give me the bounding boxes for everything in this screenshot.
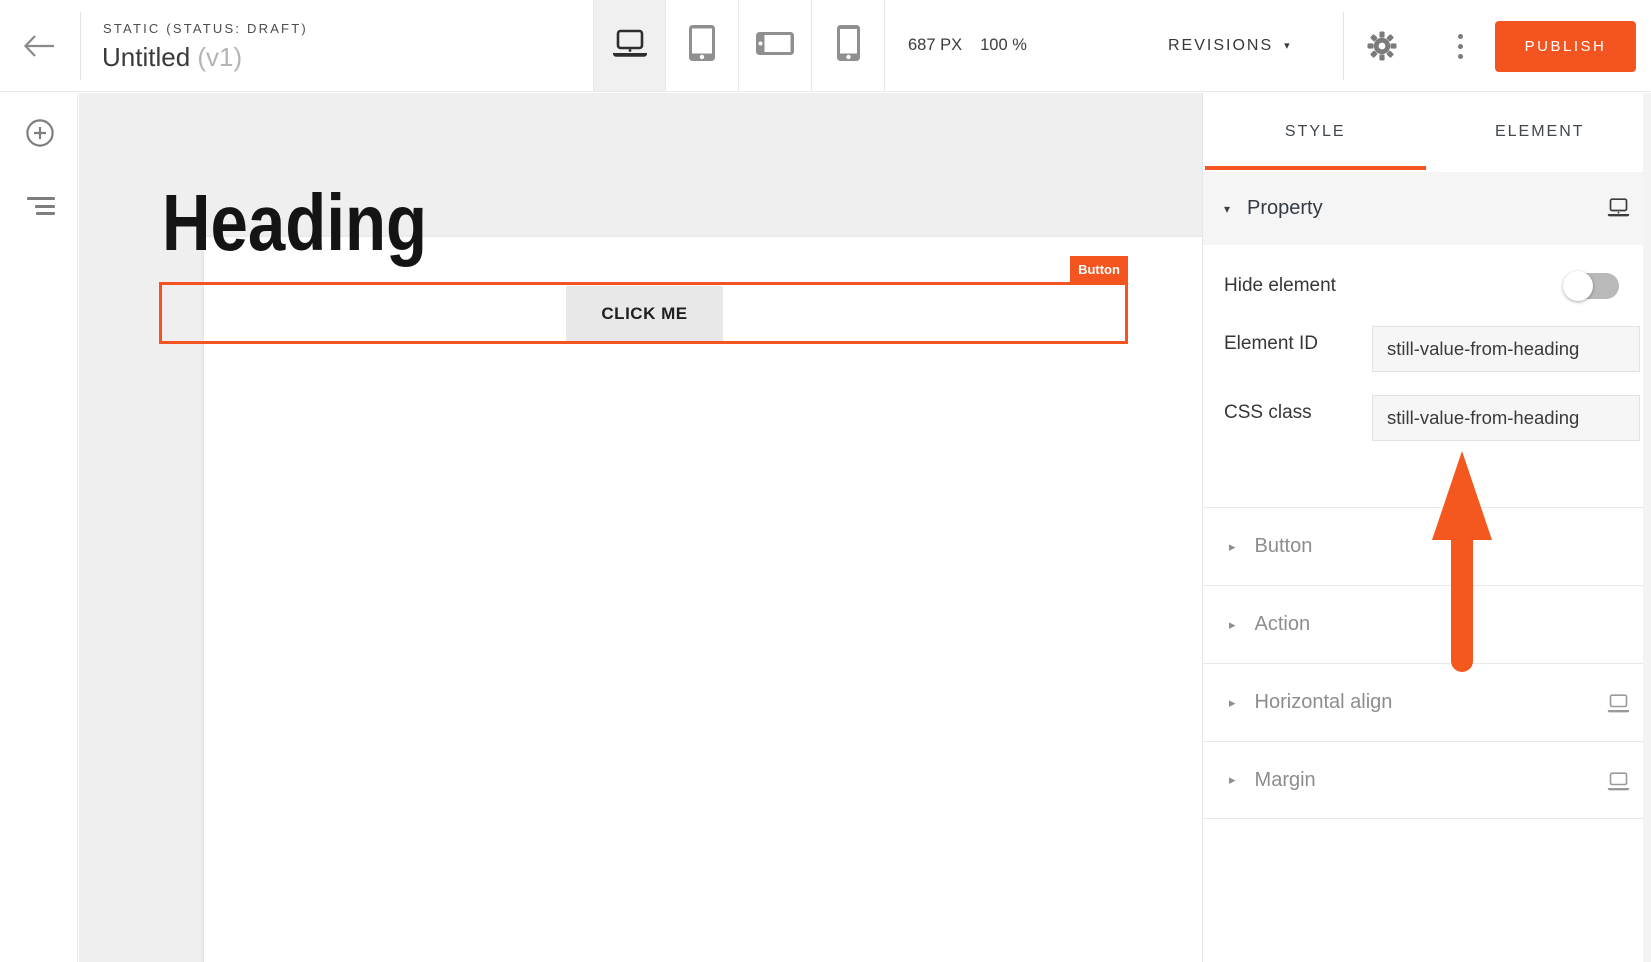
indent-lines-icon: [27, 197, 55, 200]
css-class-label: CSS class: [1224, 402, 1312, 424]
more-options-button[interactable]: [1450, 28, 1470, 64]
section-horizontal-align[interactable]: ▸ Horizontal align: [1203, 663, 1651, 741]
chevron-right-icon: ▸: [1229, 772, 1236, 788]
panel-tabs: STYLE ELEMENT: [1203, 93, 1651, 170]
doc-title: Untitled (v1): [102, 42, 242, 73]
doc-version: (v1): [197, 42, 242, 72]
toggle-knob: [1563, 271, 1593, 301]
device-desktop-button[interactable]: [593, 0, 666, 91]
doc-status-label: STATIC (STATUS: DRAFT): [103, 21, 308, 36]
divider: [80, 12, 81, 80]
phone-landscape-icon: [756, 32, 794, 60]
chevron-right-icon: ▸: [1229, 539, 1236, 555]
device-phone-button[interactable]: [812, 0, 885, 91]
outline-tree-button[interactable]: [26, 197, 55, 215]
section-button[interactable]: ▸ Button: [1203, 507, 1651, 585]
top-bar: STATIC (STATUS: DRAFT) Untitled (v1): [0, 0, 1651, 92]
canvas-heading-element[interactable]: Heading: [162, 183, 427, 263]
desktop-scope-icon[interactable]: [1607, 198, 1630, 222]
device-tablet-button[interactable]: [666, 0, 739, 91]
zoom-level-value: 100 %: [980, 36, 1027, 55]
device-phone-landscape-button[interactable]: [739, 0, 812, 91]
tablet-portrait-icon: [689, 25, 715, 66]
section-action[interactable]: ▸ Action: [1203, 585, 1651, 663]
element-id-input[interactable]: [1372, 326, 1640, 372]
settings-button[interactable]: [1366, 30, 1398, 62]
hide-element-label: Hide element: [1224, 275, 1336, 297]
tab-element[interactable]: ELEMENT: [1428, 93, 1651, 170]
laptop-icon: [611, 28, 649, 63]
property-section-header[interactable]: ▾ Property: [1203, 172, 1651, 245]
divider: [1343, 12, 1344, 80]
chevron-down-icon: ▾: [1284, 39, 1290, 52]
plus-circle-icon: [26, 134, 54, 151]
desktop-scope-icon[interactable]: [1607, 772, 1630, 796]
canvas-button-element[interactable]: CLICK ME: [566, 286, 723, 341]
css-class-input[interactable]: [1372, 395, 1640, 441]
section-label: Horizontal align: [1255, 691, 1393, 714]
selected-element-tag: Button: [1070, 256, 1128, 282]
section-label: Button: [1255, 535, 1313, 558]
page-builder-app: STATIC (STATUS: DRAFT) Untitled (v1): [0, 0, 1651, 962]
viewport-info: 687 PX 100 %: [908, 0, 1027, 91]
page-surface[interactable]: [204, 237, 1237, 962]
chevron-right-icon: ▸: [1229, 695, 1236, 711]
section-label: Margin: [1255, 769, 1316, 792]
phone-portrait-icon: [837, 25, 860, 66]
element-id-label: Element ID: [1224, 333, 1318, 355]
doc-title-text: Untitled: [102, 42, 190, 72]
gear-icon: [1366, 49, 1398, 66]
tab-style[interactable]: STYLE: [1203, 93, 1428, 170]
section-label: Action: [1255, 613, 1311, 636]
add-element-button[interactable]: [26, 119, 54, 147]
revisions-dropdown[interactable]: REVISIONS ▾: [1168, 0, 1290, 91]
chevron-down-icon: ▾: [1224, 202, 1230, 216]
device-preview-switcher: [593, 0, 885, 91]
viewport-width-value: 687 PX: [908, 36, 962, 55]
desktop-scope-icon[interactable]: [1607, 694, 1630, 718]
settings-panel: STYLE ELEMENT ▾ Property Hide element El…: [1202, 93, 1651, 962]
back-button[interactable]: [18, 28, 60, 64]
property-section-title: Property: [1247, 197, 1323, 220]
panel-scrollbar[interactable]: [1643, 93, 1651, 962]
kebab-menu-icon: [1458, 34, 1463, 39]
arrow-left-icon: [18, 51, 60, 68]
publish-button[interactable]: PUBLISH: [1495, 21, 1636, 72]
section-margin[interactable]: ▸ Margin: [1203, 741, 1651, 819]
revisions-label: REVISIONS: [1168, 37, 1273, 55]
hide-element-toggle[interactable]: [1567, 273, 1619, 299]
left-toolbar: [0, 93, 78, 962]
chevron-right-icon: ▸: [1229, 617, 1236, 633]
